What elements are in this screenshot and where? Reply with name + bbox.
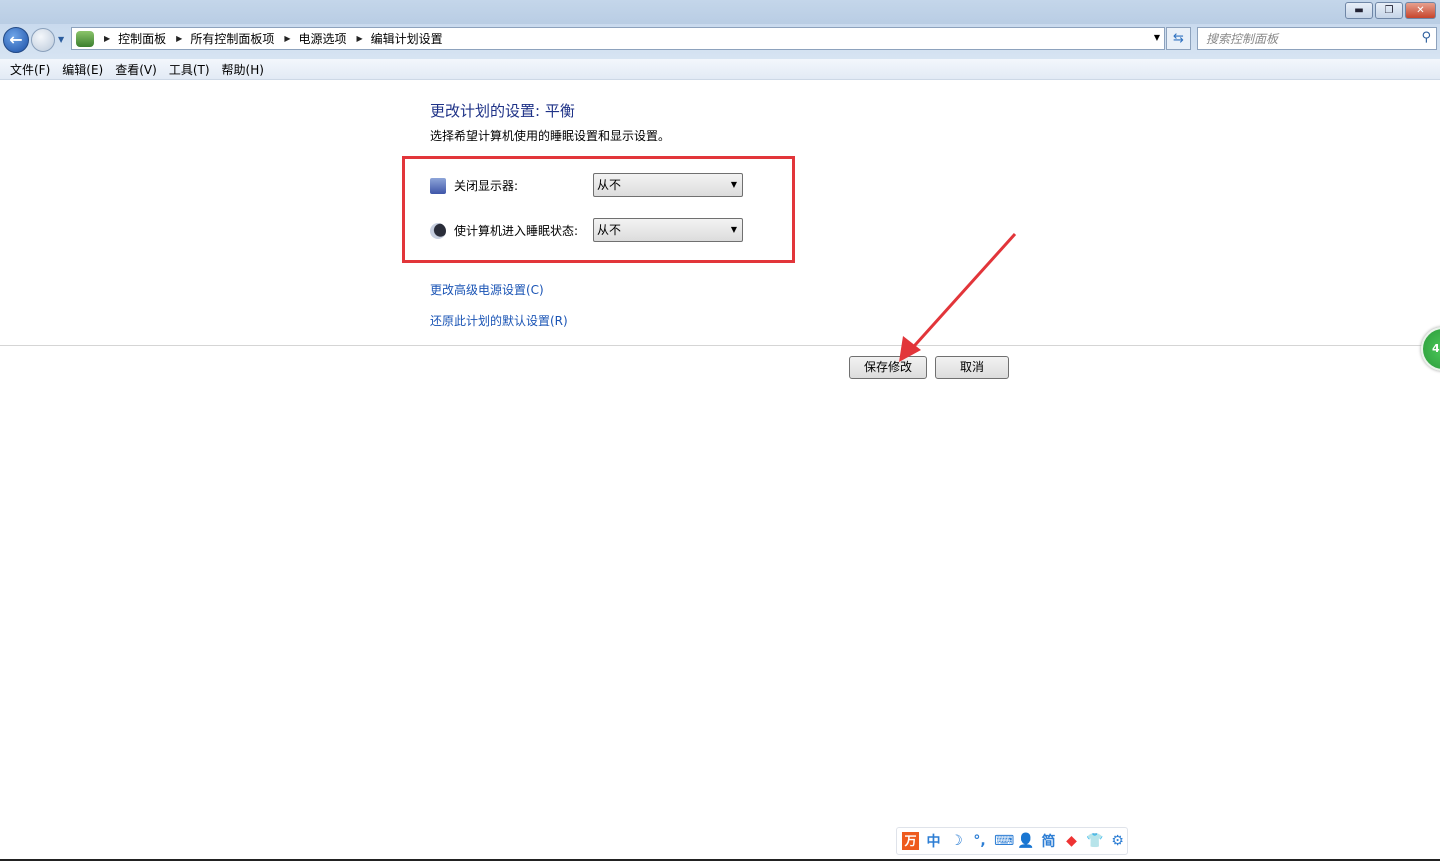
display-off-label: 关闭显示器:	[454, 179, 519, 193]
breadcrumb-edit-plan[interactable]: 编辑计划设置	[371, 30, 443, 47]
restore-icon: ❐	[1384, 5, 1394, 16]
back-button[interactable]: ←	[3, 27, 29, 53]
recent-pages-dropdown[interactable]: ▼	[58, 35, 64, 44]
monitor-clock-icon	[430, 177, 446, 194]
chevron-down-icon[interactable]: ▼	[1154, 33, 1160, 42]
chevron-down-icon: ▼	[730, 225, 737, 234]
ime-simplified[interactable]: 简	[1040, 831, 1057, 851]
restore-defaults-link[interactable]: 还原此计划的默认设置(R)	[430, 312, 568, 329]
navigation-bar: ← ▼ ▶ 控制面板 ▶ 所有控制面板项 ▶ 电源选项 ▶ 编辑计划设置 ▼ ⇆ ⚲	[0, 24, 1440, 59]
refresh-icon: ⇆	[1173, 31, 1184, 46]
search-icon[interactable]: ⚲	[1421, 30, 1431, 45]
menu-file[interactable]: 文件(F)	[4, 61, 56, 78]
skin-icon[interactable]: ◆	[1063, 833, 1080, 849]
menu-edit[interactable]: 编辑(E)	[56, 61, 109, 78]
floating-badge[interactable]: 40	[1421, 327, 1440, 371]
sleep-row: 使计算机进入睡眠状态:	[430, 222, 578, 239]
close-button[interactable]: ✕	[1405, 2, 1436, 19]
chevron-right-icon: ▶	[104, 34, 111, 43]
advanced-power-settings-link[interactable]: 更改高级电源设置(C)	[430, 281, 544, 298]
breadcrumb-control-panel[interactable]: 控制面板	[118, 30, 166, 47]
address-bar[interactable]: ▶ 控制面板 ▶ 所有控制面板项 ▶ 电源选项 ▶ 编辑计划设置 ▼	[71, 27, 1165, 50]
control-panel-icon	[76, 30, 94, 47]
display-off-value: 从不	[597, 178, 622, 192]
page-subtitle: 选择希望计算机使用的睡眠设置和显示设置。	[430, 129, 671, 143]
search-input[interactable]	[1198, 28, 1398, 49]
arrow-left-icon: ←	[9, 30, 23, 49]
minimize-button[interactable]: ▬	[1345, 2, 1373, 19]
ime-toolbar: 万 中 ☽ °, ⌨ 👤 简 ◆ 👕 ⚙	[896, 827, 1128, 855]
chevron-right-icon[interactable]: ▶	[176, 34, 182, 43]
punctuation-icon[interactable]: °,	[971, 833, 988, 849]
search-box: ⚲	[1197, 27, 1437, 50]
ime-chinese-mode[interactable]: 中	[925, 831, 942, 851]
menu-view[interactable]: 查看(V)	[109, 61, 163, 78]
moon-icon[interactable]: ☽	[948, 833, 965, 849]
chevron-right-icon[interactable]: ▶	[357, 34, 363, 43]
breadcrumb-all-items[interactable]: 所有控制面板项	[190, 30, 274, 47]
sleep-label: 使计算机进入睡眠状态:	[454, 224, 579, 238]
user-icon[interactable]: 👤	[1017, 833, 1034, 849]
menu-bar: 文件(F) 编辑(E) 查看(V) 工具(T) 帮助(H)	[0, 59, 1440, 80]
display-off-select[interactable]: 从不 ▼	[593, 173, 743, 197]
refresh-button[interactable]: ⇆	[1166, 27, 1191, 50]
menu-tools[interactable]: 工具(T)	[163, 61, 216, 78]
moon-icon	[430, 222, 446, 239]
divider	[0, 345, 1428, 346]
breadcrumb-power-options[interactable]: 电源选项	[299, 30, 347, 47]
sleep-value: 从不	[597, 223, 622, 237]
ime-logo[interactable]: 万	[902, 832, 919, 850]
forward-button[interactable]	[31, 28, 55, 52]
close-icon: ✕	[1416, 5, 1425, 16]
chevron-down-icon: ▼	[730, 180, 737, 189]
keyboard-icon[interactable]: ⌨	[994, 833, 1014, 849]
annotation-arrow	[899, 232, 1017, 362]
restore-button[interactable]: ❐	[1375, 2, 1403, 19]
menu-help[interactable]: 帮助(H)	[216, 61, 270, 78]
sleep-select[interactable]: 从不 ▼	[593, 218, 743, 242]
gear-icon[interactable]: ⚙	[1109, 833, 1126, 849]
display-off-row: 关闭显示器:	[430, 177, 518, 194]
shirt-icon[interactable]: 👕	[1086, 833, 1103, 849]
chevron-right-icon[interactable]: ▶	[284, 34, 290, 43]
minimize-icon: ▬	[1354, 5, 1364, 16]
title-bar: ▬ ❐ ✕	[0, 0, 1440, 24]
page-title: 更改计划的设置: 平衡	[430, 102, 575, 120]
